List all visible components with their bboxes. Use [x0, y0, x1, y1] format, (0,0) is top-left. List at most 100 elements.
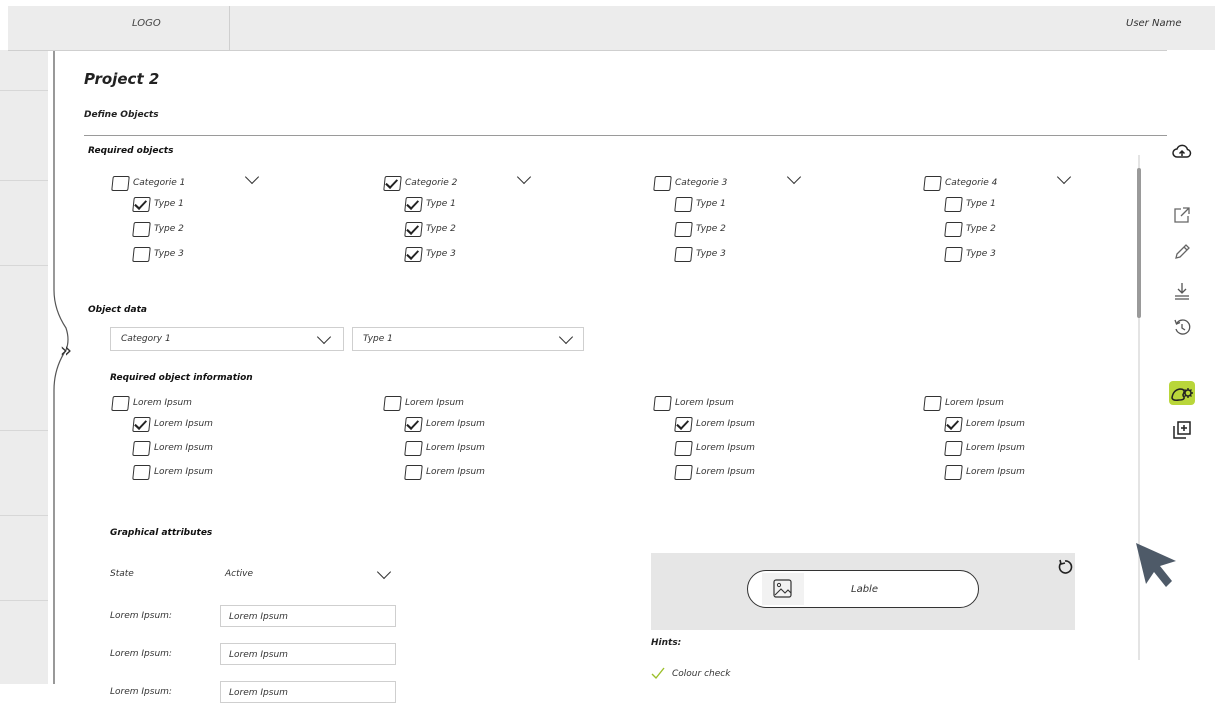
rail-divider: [0, 515, 54, 516]
category-checkbox[interactable]: [653, 176, 672, 191]
user-name[interactable]: User Name: [1126, 18, 1181, 29]
type-checkbox[interactable]: [674, 247, 693, 262]
category-label: Categorie 2: [405, 178, 458, 188]
rail-divider: [0, 265, 54, 266]
state-label: State: [110, 569, 134, 579]
info-item-label: Lorem Ipsum: [696, 419, 755, 429]
scrollbar-thumb[interactable]: [1137, 168, 1141, 318]
reset-icon[interactable]: [1057, 558, 1073, 574]
download-icon[interactable]: [1171, 280, 1193, 302]
type-checkbox[interactable]: [944, 247, 963, 262]
type-label: Type 1: [426, 199, 456, 209]
info-group-checkbox[interactable]: [653, 396, 672, 411]
info-item-checkbox[interactable]: [404, 417, 423, 432]
check-icon: [651, 667, 665, 680]
hints-title: Hints:: [651, 638, 682, 648]
type-label: Type 1: [154, 199, 184, 209]
info-item-checkbox[interactable]: [404, 441, 423, 456]
info-item-label: Lorem Ipsum: [426, 443, 485, 453]
type-checkbox[interactable]: [132, 247, 151, 262]
attribute-input[interactable]: Lorem Ipsum: [220, 605, 396, 627]
category-label: Categorie 1: [133, 178, 186, 188]
type-select[interactable]: Type 1: [352, 327, 584, 351]
info-group-label: Lorem Ipsum: [675, 398, 734, 408]
info-group-label: Lorem Ipsum: [133, 398, 192, 408]
chevron-down-icon: [376, 564, 392, 580]
type-label: Type 2: [966, 224, 996, 234]
left-rail: [0, 50, 54, 684]
history-icon[interactable]: [1171, 316, 1193, 338]
info-group-checkbox[interactable]: [923, 396, 942, 411]
info-item-checkbox[interactable]: [944, 465, 963, 480]
type-checkbox[interactable]: [944, 222, 963, 237]
palette-gear-icon[interactable]: [1169, 381, 1195, 405]
chevron-down-icon: [558, 329, 574, 345]
info-group-checkbox[interactable]: [383, 396, 402, 411]
info-item-checkbox[interactable]: [132, 465, 151, 480]
external-link-icon[interactable]: [1171, 204, 1193, 226]
category-checkbox[interactable]: [923, 176, 942, 191]
type-checkbox[interactable]: [404, 197, 423, 212]
chevron-down-icon[interactable]: [244, 169, 260, 185]
section-title: Define Objects: [84, 110, 159, 120]
category-checkbox[interactable]: [111, 176, 130, 191]
hint-item: Colour check: [672, 669, 731, 679]
chevron-down-icon[interactable]: [1056, 169, 1072, 185]
category-label: Categorie 4: [945, 178, 998, 188]
type-checkbox[interactable]: [944, 197, 963, 212]
pencil-icon[interactable]: [1171, 241, 1193, 263]
info-item-checkbox[interactable]: [944, 417, 963, 432]
attribute-input[interactable]: Lorem Ipsum: [220, 681, 396, 703]
rail-divider: [0, 180, 54, 181]
info-item-label: Lorem Ipsum: [154, 467, 213, 477]
info-item-label: Lorem Ipsum: [966, 467, 1025, 477]
type-label: Type 2: [154, 224, 184, 234]
info-item-label: Lorem Ipsum: [154, 419, 213, 429]
category-checkbox[interactable]: [383, 176, 402, 191]
cloud-upload-icon[interactable]: [1171, 141, 1193, 163]
type-checkbox[interactable]: [674, 222, 693, 237]
logo: LOGO: [132, 18, 161, 29]
attribute-label: Lorem Ipsum:: [110, 687, 172, 697]
info-group-label: Lorem Ipsum: [945, 398, 1004, 408]
type-label: Type 1: [966, 199, 996, 209]
info-item-checkbox[interactable]: [674, 417, 693, 432]
rail-divider: [0, 600, 54, 601]
type-label: Type 2: [696, 224, 726, 234]
info-group-checkbox[interactable]: [111, 396, 130, 411]
state-select[interactable]: Active: [220, 562, 398, 586]
type-checkbox[interactable]: [132, 197, 151, 212]
chevron-down-icon: [316, 329, 332, 345]
expand-sidebar-button[interactable]: »: [57, 338, 75, 362]
chevron-down-icon[interactable]: [786, 169, 802, 185]
attribute-input[interactable]: Lorem Ipsum: [220, 643, 396, 665]
graphical-attributes-title: Graphical attributes: [110, 528, 213, 538]
type-label: Type 3: [966, 249, 996, 259]
type-checkbox[interactable]: [132, 222, 151, 237]
type-label: Type 1: [696, 199, 726, 209]
info-item-checkbox[interactable]: [132, 441, 151, 456]
state-select-value: Active: [225, 569, 253, 579]
type-label: Type 3: [426, 249, 456, 259]
attribute-label: Lorem Ipsum:: [110, 611, 172, 621]
type-select-value: Type 1: [363, 334, 393, 344]
category-label: Categorie 3: [675, 178, 728, 188]
chevron-down-icon[interactable]: [516, 169, 532, 185]
type-label: Type 3: [154, 249, 184, 259]
category-select-value: Category 1: [121, 334, 171, 344]
type-checkbox[interactable]: [674, 197, 693, 212]
info-item-label: Lorem Ipsum: [966, 443, 1025, 453]
category-select[interactable]: Category 1: [110, 327, 344, 351]
rail-divider: [0, 430, 54, 431]
info-item-checkbox[interactable]: [944, 441, 963, 456]
add-layer-icon[interactable]: [1171, 419, 1193, 441]
info-item-checkbox[interactable]: [674, 441, 693, 456]
info-item-checkbox[interactable]: [404, 465, 423, 480]
divider: [84, 135, 1168, 136]
info-item-checkbox[interactable]: [674, 465, 693, 480]
page-title: Project 2: [84, 70, 160, 88]
info-item-label: Lorem Ipsum: [966, 419, 1025, 429]
type-checkbox[interactable]: [404, 222, 423, 237]
type-checkbox[interactable]: [404, 247, 423, 262]
info-item-checkbox[interactable]: [132, 417, 151, 432]
